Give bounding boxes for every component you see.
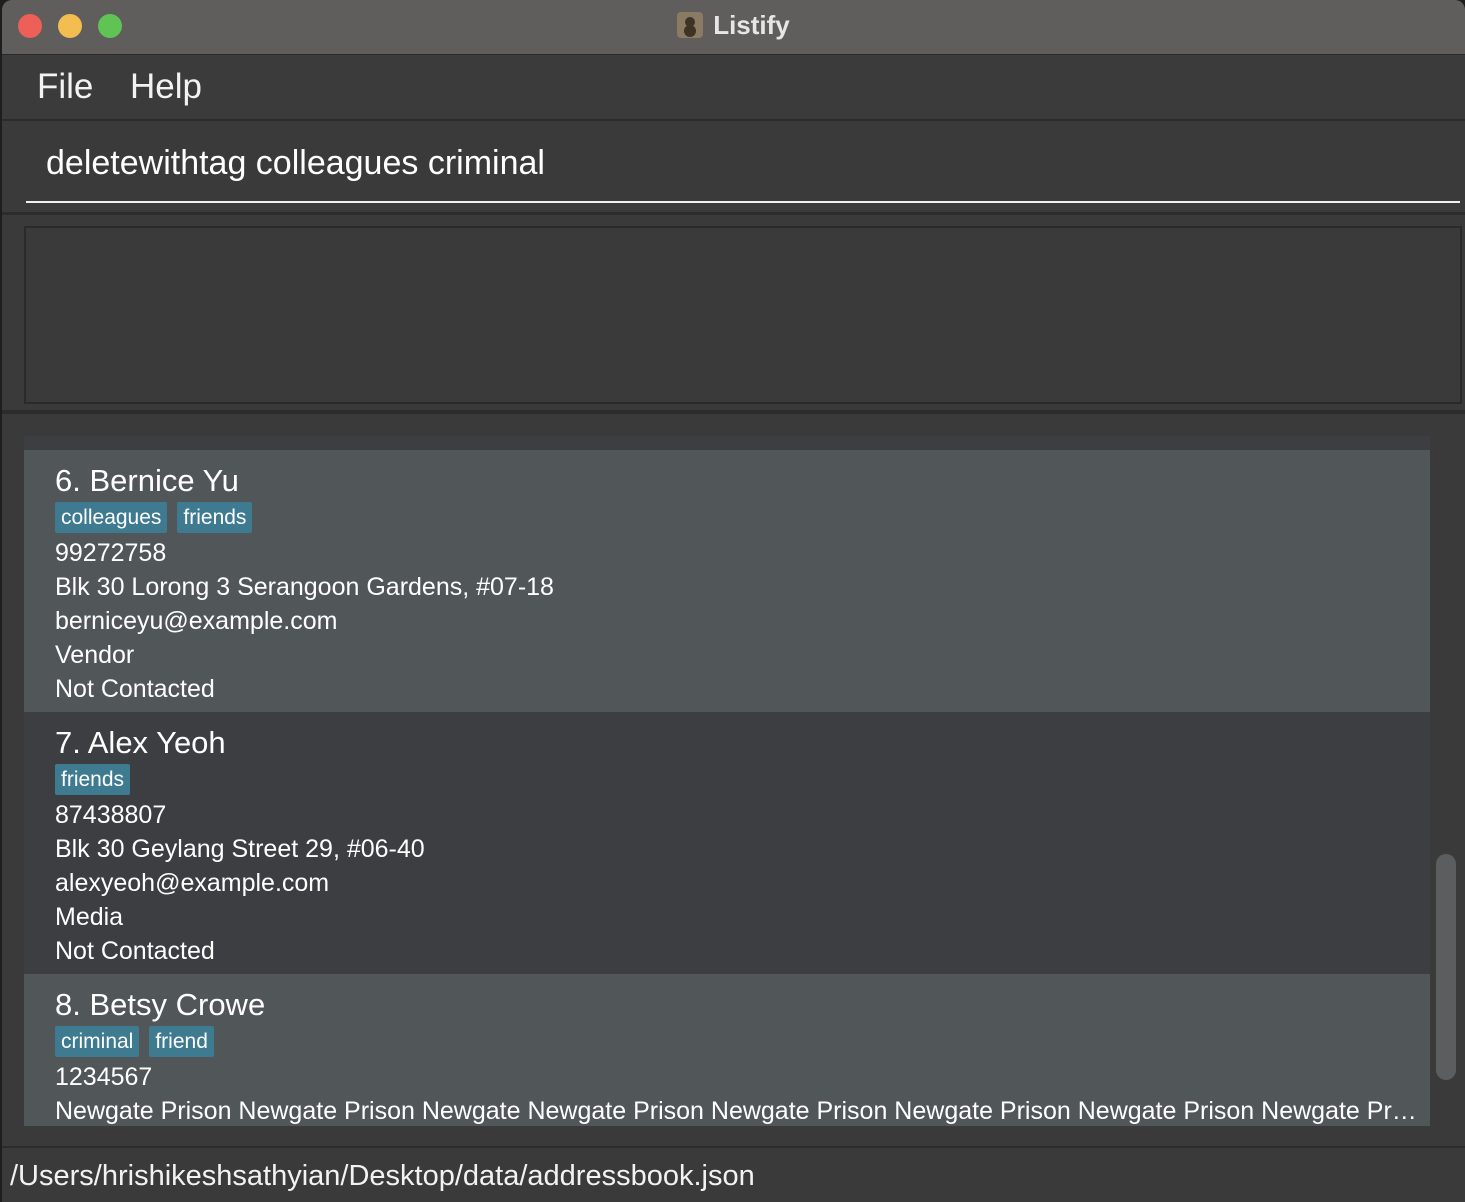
list-scrollbar-thumb[interactable] (1436, 854, 1456, 1080)
person-role: Vendor (55, 641, 135, 669)
person-role: Media (55, 903, 124, 931)
divider (2, 212, 1465, 215)
person-address: Newgate Prison Newgate Prison Newgate Ne… (55, 1097, 1417, 1125)
person-name: 7. Alex Yeoh (55, 725, 226, 760)
person-card[interactable]: 8. Betsy Crowe criminal friend 1234567 Ne… (24, 974, 1430, 1126)
person-name: 6. Bernice Yu (55, 463, 239, 498)
person-status: Not Contacted (55, 675, 215, 703)
person-email: alexyeoh@example.com (55, 869, 330, 897)
tag: friends (55, 764, 131, 795)
person-phone: 87438807 (55, 801, 167, 829)
person-email: berniceyu@example.com (55, 607, 338, 635)
person-address: Blk 30 Geylang Street 29, #06-40 (55, 835, 425, 863)
menu-file[interactable]: File (37, 67, 93, 107)
person-phone: 99272758 (55, 539, 167, 567)
tag: colleagues (55, 502, 168, 533)
person-list[interactable]: 6. Bernice Yu colleagues friends 99272758… (24, 436, 1430, 1126)
window-title: Listify (713, 10, 790, 40)
tag-list: colleagues friends (55, 502, 1430, 536)
status-bar: /Users/hrishikeshsathyian/Desktop/data/a… (2, 1146, 1465, 1202)
person-address: Blk 30 Lorong 3 Serangoon Gardens, #07-1… (55, 573, 554, 601)
tag: friend (149, 1026, 214, 1057)
tag-list: friends (55, 764, 1430, 798)
title-bar: Listify (2, 0, 1465, 55)
person-card[interactable]: 7. Alex Yeoh friends 87438807 Blk 30 Gey… (24, 712, 1430, 974)
person-name: 8. Betsy Crowe (55, 987, 266, 1022)
tag: criminal (55, 1026, 140, 1057)
tag: friends (177, 502, 253, 533)
person-status: Not Contacted (55, 937, 215, 965)
command-input[interactable]: deletewithtag colleagues criminal (46, 143, 545, 183)
tag-list: criminal friend (55, 1026, 1430, 1060)
command-box[interactable]: deletewithtag colleagues criminal (26, 125, 1460, 203)
person-phone: 1234567 (55, 1063, 153, 1091)
result-display (24, 226, 1462, 404)
menu-help[interactable]: Help (130, 67, 202, 107)
window-title-wrap: Listify (2, 8, 1465, 42)
data-file-path: /Users/hrishikeshsathyian/Desktop/data/a… (10, 1160, 755, 1192)
app-window: Listify File Help deletewithtag colleagu… (2, 0, 1465, 1202)
divider (2, 410, 1465, 414)
person-card[interactable]: 6. Bernice Yu colleagues friends 99272758… (24, 450, 1430, 712)
menu-bar: File Help (2, 55, 1465, 121)
app-icon (677, 12, 704, 38)
